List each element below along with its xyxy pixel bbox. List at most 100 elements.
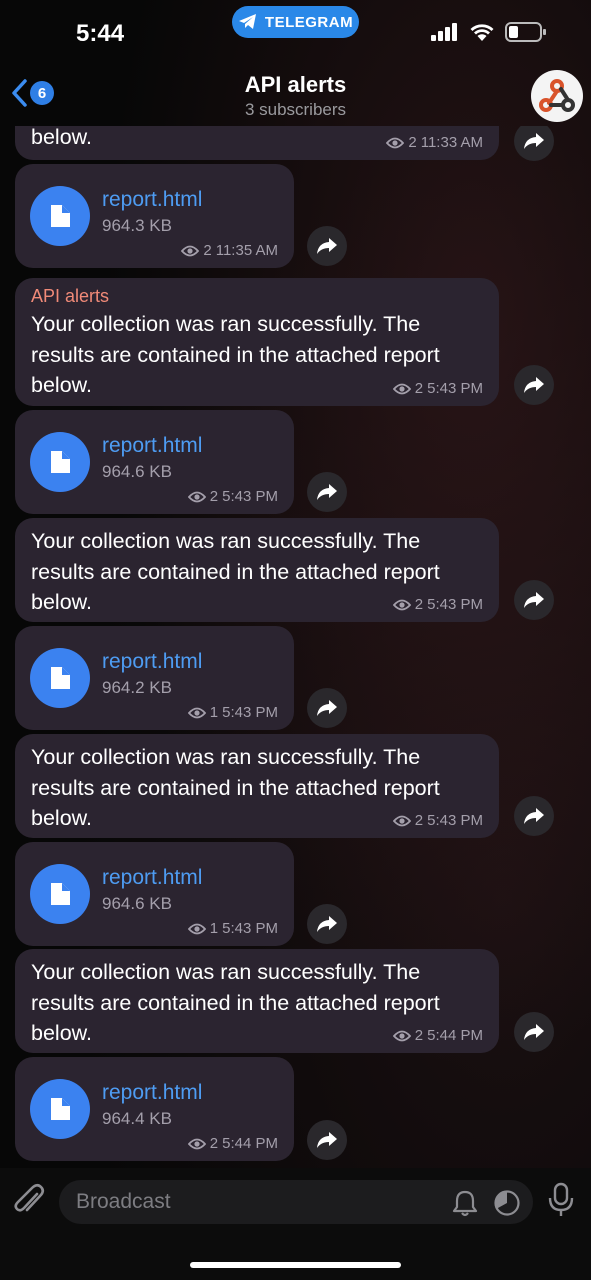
file-message[interactable]: report.html 964.4 KB 2 5:44 PM xyxy=(15,1057,294,1161)
paperclip-icon xyxy=(14,1183,45,1212)
message-meta: 2 5:43 PM xyxy=(392,812,483,829)
forward-button[interactable] xyxy=(514,1012,554,1052)
document-icon xyxy=(51,1098,70,1120)
message-time: 5:43 PM xyxy=(222,704,278,721)
file-icon[interactable] xyxy=(30,186,90,246)
forward-arrow-icon xyxy=(317,700,337,716)
forward-button[interactable] xyxy=(307,904,347,944)
file-size: 964.6 KB xyxy=(102,894,172,913)
forward-button[interactable] xyxy=(307,472,347,512)
view-count: 1 xyxy=(209,920,219,937)
message-bubble[interactable]: API alerts Your collection was ran succe… xyxy=(15,278,499,406)
view-count: 1 xyxy=(209,704,219,721)
message-meta: 2 5:44 PM xyxy=(187,1135,278,1152)
forward-arrow-icon xyxy=(524,808,544,824)
system-icons xyxy=(431,22,547,42)
message-meta: 2 11:33 AM xyxy=(386,134,483,151)
forward-button[interactable] xyxy=(514,365,554,405)
views-eye-icon xyxy=(392,599,411,610)
file-name[interactable]: report.html xyxy=(102,650,202,674)
file-message[interactable]: report.html 964.6 KB 2 5:43 PM xyxy=(15,410,294,514)
forward-arrow-icon xyxy=(524,133,544,149)
chat-subtitle: 3 subscribers xyxy=(244,100,347,119)
file-message[interactable]: report.html 964.6 KB 1 5:43 PM xyxy=(15,842,294,946)
telegram-icon xyxy=(238,14,256,29)
status-bar: 5:44 TELEGRAM xyxy=(0,0,591,64)
voice-message-button[interactable] xyxy=(547,1182,575,1223)
sender-name[interactable]: API alerts xyxy=(31,286,483,307)
views-eye-icon xyxy=(392,815,411,826)
file-icon[interactable] xyxy=(30,648,90,708)
file-name[interactable]: report.html xyxy=(102,866,202,890)
file-name[interactable]: report.html xyxy=(102,188,202,212)
file-name[interactable]: report.html xyxy=(102,1081,202,1105)
views-eye-icon xyxy=(392,383,411,394)
forward-button[interactable] xyxy=(514,796,554,836)
message-time: 5:43 PM xyxy=(427,380,483,397)
chat-header: 6 API alerts 3 subscribers xyxy=(0,64,591,126)
views-eye-icon xyxy=(392,1030,411,1041)
message-meta: 1 5:43 PM xyxy=(187,920,278,937)
telegram-pill-label: TELEGRAM xyxy=(264,13,354,31)
file-name[interactable]: report.html xyxy=(102,434,202,458)
message-meta: 2 5:43 PM xyxy=(187,488,278,505)
home-indicator[interactable] xyxy=(190,1262,401,1268)
forward-arrow-icon xyxy=(317,484,337,500)
document-icon xyxy=(51,205,70,227)
message-time: 11:35 AM xyxy=(215,242,278,259)
message-list[interactable]: below. 2 11:33 AM report.html 964.3 KB 2… xyxy=(0,126,591,1168)
message-meta: 2 5:43 PM xyxy=(392,380,483,397)
message-meta: 2 5:43 PM xyxy=(392,596,483,613)
cellular-signal-icon xyxy=(431,23,457,41)
broadcast-input[interactable]: Broadcast xyxy=(59,1180,533,1224)
telegram-pill[interactable]: TELEGRAM xyxy=(232,6,359,38)
file-size: 964.4 KB xyxy=(102,1109,172,1128)
message-time: 11:33 AM xyxy=(420,134,483,151)
view-count: 2 xyxy=(408,134,417,151)
view-count: 2 xyxy=(203,242,212,259)
views-eye-icon xyxy=(181,245,200,256)
message-bubble[interactable]: Your collection was ran successfully. Th… xyxy=(15,949,499,1053)
view-count: 2 xyxy=(414,812,424,829)
battery-icon xyxy=(505,22,546,42)
file-icon[interactable] xyxy=(30,1079,90,1139)
file-icon[interactable] xyxy=(30,432,90,492)
message-time: 5:43 PM xyxy=(222,488,278,505)
forward-button[interactable] xyxy=(514,580,554,620)
message-time: 5:44 PM xyxy=(427,1027,483,1044)
forward-arrow-icon xyxy=(524,377,544,393)
microphone-icon xyxy=(548,1182,574,1216)
bell-icon xyxy=(452,1190,478,1217)
broadcast-placeholder: Broadcast xyxy=(76,1190,171,1213)
forward-button[interactable] xyxy=(514,126,554,161)
message-time: 5:43 PM xyxy=(427,812,483,829)
views-eye-icon xyxy=(386,137,405,148)
file-message[interactable]: report.html 964.3 KB 2 11:35 AM xyxy=(15,164,294,268)
message-meta: 1 5:43 PM xyxy=(187,704,278,721)
file-size: 964.2 KB xyxy=(102,678,172,697)
message-meta: 2 11:35 AM xyxy=(181,242,278,259)
view-count: 2 xyxy=(414,596,424,613)
forward-arrow-icon xyxy=(317,916,337,932)
forward-arrow-icon xyxy=(524,592,544,608)
file-message[interactable]: report.html 964.2 KB 1 5:43 PM xyxy=(15,626,294,730)
message-time: 5:43 PM xyxy=(222,920,278,937)
message-time: 5:44 PM xyxy=(222,1135,278,1152)
attach-button[interactable] xyxy=(12,1182,46,1225)
view-count: 2 xyxy=(209,1135,219,1152)
message-bubble[interactable]: Your collection was ran successfully. Th… xyxy=(15,518,499,622)
forward-button[interactable] xyxy=(307,226,347,266)
auto-delete-timer-button[interactable] xyxy=(493,1189,521,1222)
forward-button[interactable] xyxy=(307,688,347,728)
views-eye-icon xyxy=(187,923,206,934)
forward-button[interactable] xyxy=(307,1120,347,1160)
silent-broadcast-button[interactable] xyxy=(452,1189,478,1222)
file-size: 964.6 KB xyxy=(102,462,172,481)
view-count: 2 xyxy=(414,1027,424,1044)
file-icon[interactable] xyxy=(30,864,90,924)
message-bubble[interactable]: below. 2 11:33 AM xyxy=(15,126,499,160)
message-bubble[interactable]: Your collection was ran successfully. Th… xyxy=(15,734,499,838)
channel-avatar[interactable] xyxy=(531,70,583,122)
chat-title[interactable]: API alerts xyxy=(0,72,591,98)
document-icon xyxy=(51,667,70,689)
